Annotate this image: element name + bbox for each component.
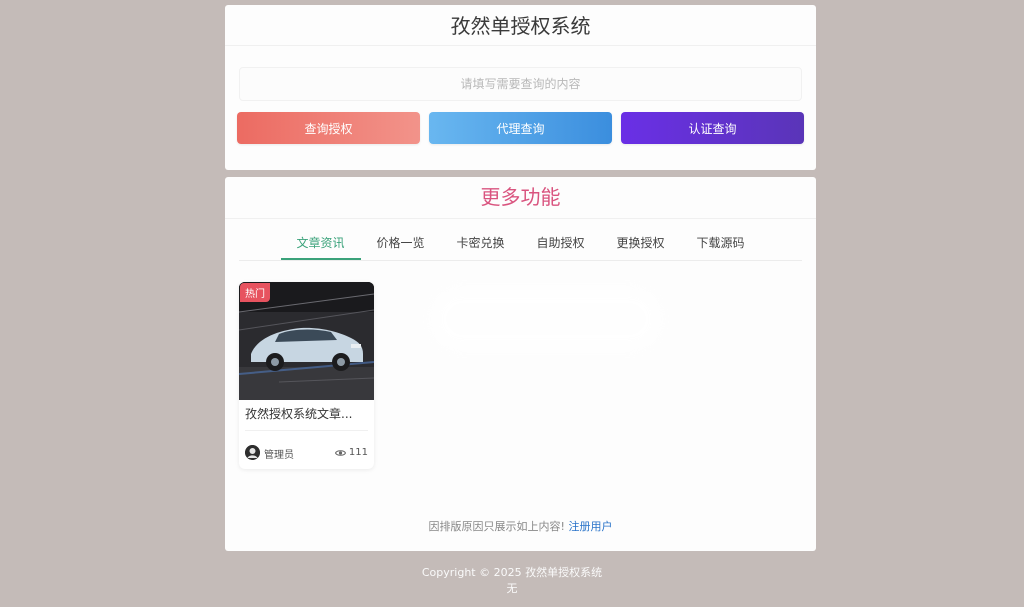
tab-download-source[interactable]: 下载源码 bbox=[681, 227, 761, 260]
article-card[interactable]: 热门 孜然授权系统文章... 管理员 111 bbox=[239, 282, 374, 469]
hot-badge: 热门 bbox=[240, 283, 270, 302]
user-avatar-icon bbox=[245, 445, 260, 460]
copyright-text: Copyright © 2025 孜然单授权系统 bbox=[421, 566, 603, 579]
tab-articles[interactable]: 文章资讯 bbox=[280, 227, 361, 260]
view-count-value: 111 bbox=[348, 447, 368, 458]
footer-extra: 无 bbox=[506, 582, 518, 595]
tab-self-license[interactable]: 自助授权 bbox=[521, 227, 601, 260]
avatar bbox=[245, 445, 260, 460]
certify-query-button[interactable]: 认证查询 bbox=[621, 112, 804, 144]
notice-text: 因排版原因只展示如上内容! bbox=[428, 520, 565, 533]
divider bbox=[245, 430, 368, 431]
register-user-link[interactable]: 注册用户 bbox=[568, 520, 612, 533]
tab-card-redeem[interactable]: 卡密兑换 bbox=[441, 227, 521, 260]
feature-card: 更多功能 文章资讯 价格一览 卡密兑换 自助授权 更换授权 下载源码 热门 孜然… bbox=[225, 177, 816, 551]
search-input[interactable] bbox=[239, 67, 802, 101]
footer: Copyright © 2025 孜然单授权系统 无 bbox=[0, 565, 1024, 597]
tab-prices[interactable]: 价格一览 bbox=[361, 227, 441, 260]
article-author: 管理员 bbox=[264, 450, 294, 461]
page-title: 孜然单授权系统 bbox=[225, 5, 816, 46]
query-license-button[interactable]: 查询授权 bbox=[237, 112, 420, 144]
feature-tabs: 文章资讯 价格一览 卡密兑换 自助授权 更换授权 下载源码 bbox=[239, 227, 802, 261]
feature-title: 更多功能 bbox=[225, 177, 816, 219]
search-card: 孜然单授权系统 查询授权 代理查询 认证查询 bbox=[225, 5, 816, 170]
eye-icon bbox=[334, 449, 346, 456]
article-title[interactable]: 孜然授权系统文章... bbox=[245, 405, 369, 422]
agent-query-button[interactable]: 代理查询 bbox=[429, 112, 612, 144]
article-thumbnail: 热门 bbox=[239, 282, 374, 400]
blurred-placeholder bbox=[433, 290, 659, 348]
view-count: 111 bbox=[334, 447, 368, 458]
layout-notice: 因排版原因只展示如上内容! 注册用户 bbox=[225, 518, 816, 534]
tab-change-license[interactable]: 更换授权 bbox=[601, 227, 681, 260]
